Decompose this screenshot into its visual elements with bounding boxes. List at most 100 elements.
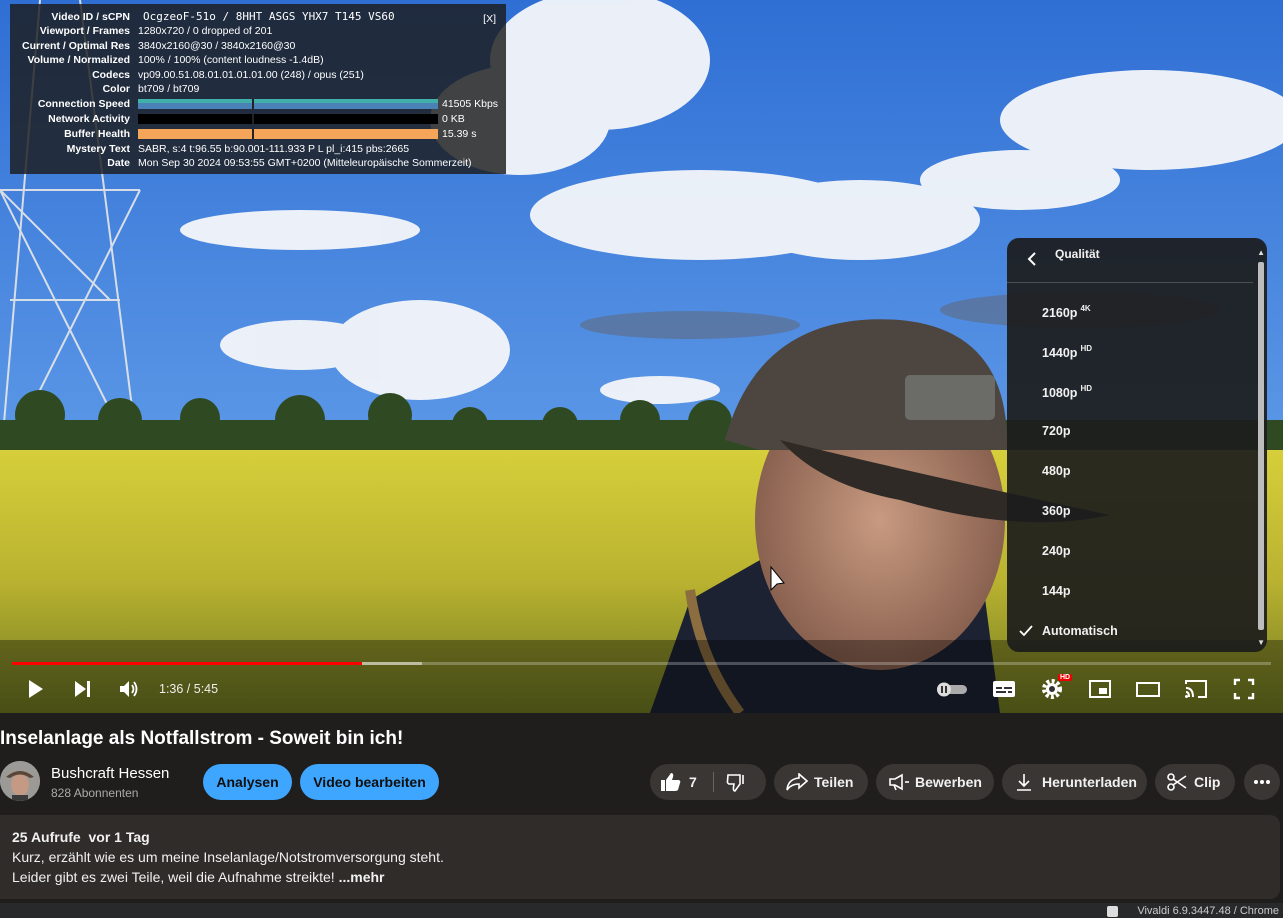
checkmark-icon — [1019, 625, 1033, 637]
quality-option-label: 144p — [1042, 584, 1071, 598]
quality-option-label: Automatisch — [1042, 624, 1118, 638]
quality-menu-header[interactable]: Qualität — [1007, 238, 1253, 283]
quality-resolution: Automatisch — [1042, 624, 1118, 638]
more-horizontal-icon — [1254, 780, 1270, 784]
next-button[interactable] — [70, 676, 96, 702]
autoplay-toggle[interactable] — [935, 676, 969, 702]
cast-icon[interactable] — [1183, 676, 1209, 702]
quality-resolution: 1440p — [1042, 346, 1078, 360]
scissors-icon — [1167, 773, 1187, 791]
scroll-down-arrow-icon[interactable]: ▼ — [1257, 638, 1265, 647]
volume-button[interactable] — [116, 676, 142, 702]
browser-version: Vivaldi 6.9.3447.48 / Chrome — [1137, 905, 1279, 917]
stats-label: Video ID / sCPN — [51, 11, 130, 23]
play-button[interactable] — [22, 676, 48, 702]
analytics-label: Analysen — [216, 774, 279, 790]
stats-row: Color bt709 / bt709 — [10, 82, 506, 97]
quality-resolution: 480p — [1042, 464, 1071, 478]
stats-value: OcgzeoF-51o / 8HHT ASGS YHX7 T145 VS60 — [143, 10, 395, 23]
description-line-1: Kurz, erzählt wie es um meine Inselanlag… — [12, 849, 444, 865]
quality-option[interactable]: 2160p 4K — [1007, 290, 1253, 330]
time-display: 1:36 / 5:45 — [159, 682, 219, 696]
share-icon — [786, 773, 808, 791]
promote-button[interactable]: Bewerben — [876, 764, 994, 800]
quality-option[interactable]: 360p — [1007, 490, 1253, 530]
like-dislike-group: 7 — [650, 764, 766, 800]
hd-badge: HD — [1058, 674, 1073, 681]
fullscreen-icon[interactable] — [1231, 676, 1257, 702]
subscriber-count: 828 Abonnenten — [51, 786, 139, 800]
share-button[interactable]: Teilen — [774, 764, 868, 800]
stats-label: Buffer Health — [64, 128, 130, 140]
stats-label: Date — [107, 157, 130, 169]
quality-option[interactable]: 1440p HD — [1007, 330, 1253, 370]
stats-label: Current / Optimal Res — [22, 40, 130, 52]
quality-option-label: 720p — [1042, 424, 1071, 438]
megaphone-icon — [889, 773, 909, 791]
stats-row: Network Activity 0 KB — [10, 112, 506, 127]
quality-resolution: 240p — [1042, 544, 1071, 558]
channel-avatar[interactable] — [0, 761, 40, 801]
stats-label: Viewport / Frames — [39, 25, 130, 37]
thumbs-up-icon[interactable] — [660, 772, 682, 792]
stats-label: Network Activity — [48, 113, 130, 125]
quality-option-label: 1080p HD — [1042, 384, 1092, 400]
avatar-image — [0, 761, 40, 801]
quality-badge: HD — [1080, 344, 1093, 353]
quality-option-label: 480p — [1042, 464, 1071, 478]
stats-label: Color — [102, 83, 130, 95]
miniplayer-icon[interactable] — [1087, 676, 1113, 702]
quality-option[interactable]: Automatisch — [1007, 610, 1253, 650]
stats-graph — [138, 129, 438, 139]
stats-row: Buffer Health 15.39 s — [10, 127, 506, 142]
description-box[interactable]: 25 Aufrufe vor 1 Tag Kurz, erzählt wie e… — [0, 815, 1280, 899]
stats-value: SABR, s:4 t:96.55 b:90.001-111.933 P L p… — [138, 143, 410, 155]
quality-option-label: 2160p 4K — [1042, 304, 1091, 320]
quality-menu-title: Qualität — [1055, 247, 1100, 261]
quality-option[interactable]: 144p — [1007, 570, 1253, 610]
thumbs-down-icon[interactable] — [726, 773, 746, 792]
stats-value: 1280x720 / 0 dropped of 201 — [138, 25, 273, 37]
stats-graph — [138, 99, 438, 109]
quality-menu-scrollbar[interactable] — [1258, 262, 1264, 630]
edit-video-button[interactable]: Video bearbeiten — [300, 764, 439, 800]
more-actions-button[interactable] — [1244, 764, 1280, 800]
stats-value: 3840x2160@30 / 3840x2160@30 — [138, 40, 296, 52]
stats-row: Volume / Normalized 100% / 100% (content … — [10, 53, 506, 68]
stats-value: bt709 / bt709 — [138, 83, 200, 95]
quality-option[interactable]: 1080p HD — [1007, 370, 1253, 410]
download-button[interactable]: Herunterladen — [1002, 764, 1147, 800]
progress-bar[interactable] — [12, 662, 1271, 665]
description-line-2-text: Leider gibt es zwei Teile, weil die Aufn… — [12, 869, 339, 885]
stats-row: Viewport / Frames 1280x720 / 0 dropped of… — [10, 24, 506, 39]
channel-name[interactable]: Bushcraft Hessen — [51, 765, 169, 782]
clip-button[interactable]: Clip — [1155, 764, 1235, 800]
quality-resolution: 720p — [1042, 424, 1071, 438]
stats-row: Current / Optimal Res 3840x2160@30 / 3840… — [10, 39, 506, 54]
chevron-left-icon[interactable] — [1023, 248, 1041, 270]
quality-option[interactable]: 720p — [1007, 410, 1253, 450]
show-more-link[interactable]: ...mehr — [339, 869, 385, 885]
stats-row: Connection Speed 41505 Kbps — [10, 97, 506, 112]
stats-value: 41505 Kbps — [442, 98, 499, 110]
views-and-date: 25 Aufrufe vor 1 Tag — [12, 829, 150, 845]
stats-value: 100% / 100% (content loudness -1.4dB) — [138, 54, 324, 66]
quality-option[interactable]: 480p — [1007, 450, 1253, 490]
quality-badge: HD — [1080, 384, 1093, 393]
video-title: Inselanlage als Notfallstrom - Soweit bi… — [0, 728, 404, 749]
quality-option-label: 360p — [1042, 504, 1071, 518]
quality-resolution: 1080p — [1042, 386, 1078, 400]
video-player[interactable]: [X] Video ID / sCPN OcgzeoF-51o / 8HHT AS… — [0, 0, 1283, 713]
quality-option[interactable]: 240p — [1007, 530, 1253, 570]
like-count[interactable]: 7 — [689, 764, 697, 800]
scroll-up-arrow-icon[interactable]: ▲ — [1257, 248, 1265, 257]
quality-option-label: 1440p HD — [1042, 344, 1092, 360]
stats-label: Mystery Text — [66, 143, 130, 155]
subtitles-icon[interactable] — [991, 676, 1017, 702]
progress-played — [12, 662, 362, 665]
analytics-button[interactable]: Analysen — [203, 764, 292, 800]
quality-resolution: 2160p — [1042, 306, 1078, 320]
clip-label: Clip — [1194, 774, 1221, 790]
download-icon — [1017, 774, 1031, 791]
theater-mode-icon[interactable] — [1135, 676, 1161, 702]
